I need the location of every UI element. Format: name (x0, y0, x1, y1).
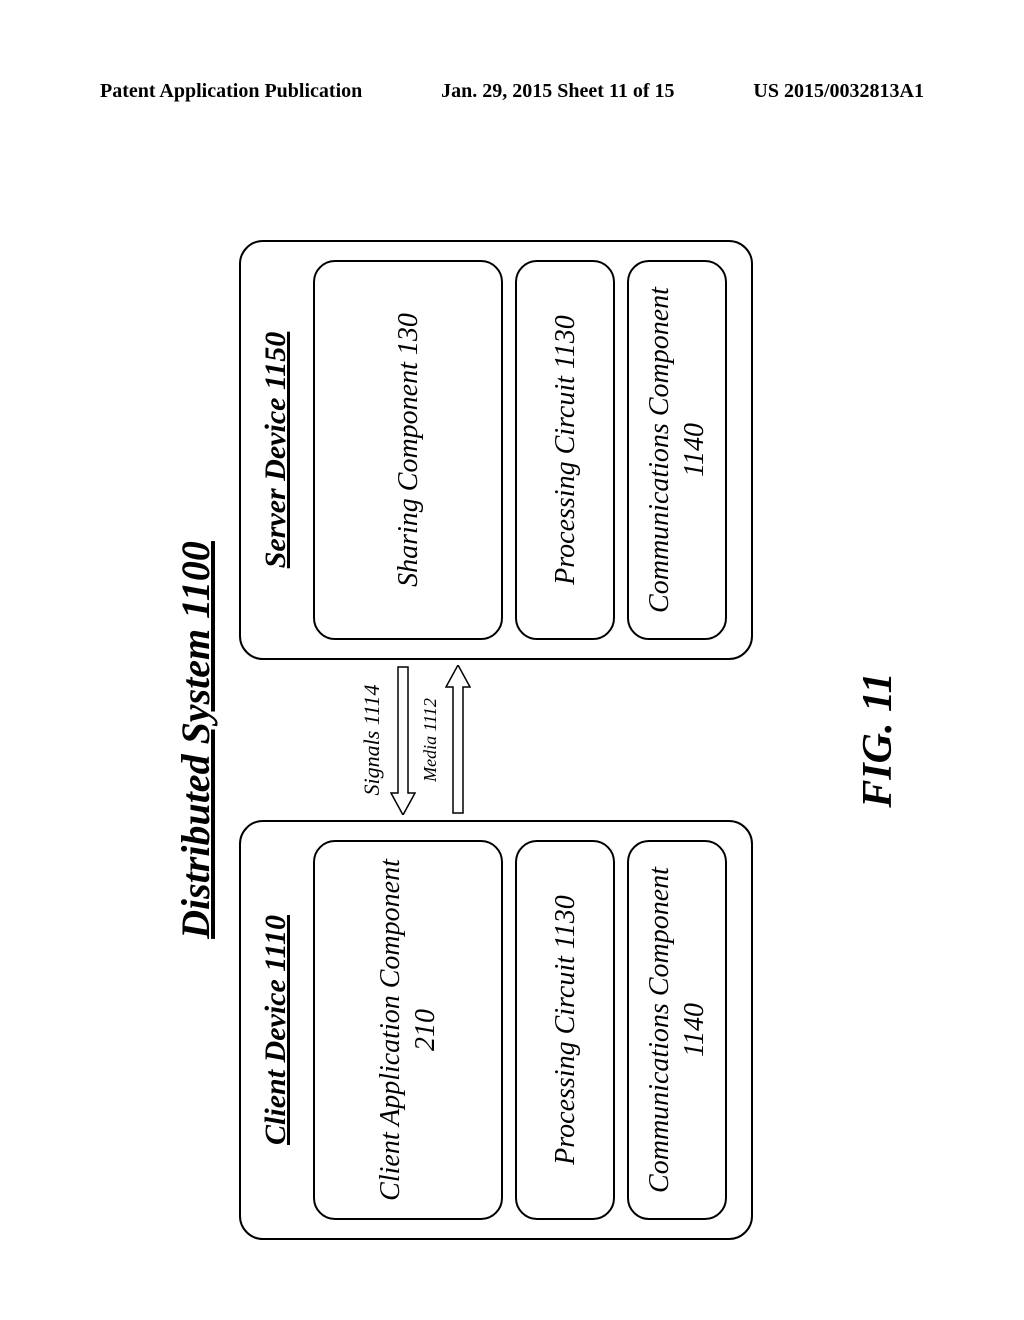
client-device-title: Client Device 1110 (259, 840, 293, 1220)
header-right: US 2015/0032813A1 (753, 80, 924, 103)
client-device-box: Client Device 1110 Client Application Co… (239, 820, 753, 1240)
page: Patent Application Publication Jan. 29, … (0, 0, 1024, 1320)
server-device-box: Server Device 1150 Sharing Component 130… (239, 240, 753, 660)
double-arrow-icon: Media 1112 (390, 665, 471, 815)
page-header: Patent Application Publication Jan. 29, … (0, 80, 1024, 103)
system-title: Distributed System 1100 (172, 190, 219, 1290)
header-left: Patent Application Publication (100, 80, 362, 103)
client-app-component-box: Client Application Component 210 (313, 840, 503, 1220)
diagram-row: Client Device 1110 Client Application Co… (239, 190, 753, 1290)
server-processing-circuit-box: Processing Circuit 1130 (515, 260, 615, 640)
client-processing-circuit-box: Processing Circuit 1130 (515, 840, 615, 1220)
media-label: Media 1112 (420, 698, 441, 782)
server-communications-component-box: Communications Component 1140 (627, 260, 727, 640)
sharing-component-box: Sharing Component 130 (313, 260, 503, 640)
signals-label: Signals 1114 (359, 684, 384, 795)
header-center: Jan. 29, 2015 Sheet 11 of 15 (441, 80, 674, 103)
figure-rotated-container: Distributed System 1100 Client Device 11… (162, 190, 862, 1290)
client-communications-component-box: Communications Component 1140 (627, 840, 727, 1220)
figure-caption: FIG. 11 (854, 672, 902, 807)
server-device-title: Server Device 1150 (259, 260, 293, 640)
link-column: Signals 1114 Media 1112 (239, 660, 753, 820)
